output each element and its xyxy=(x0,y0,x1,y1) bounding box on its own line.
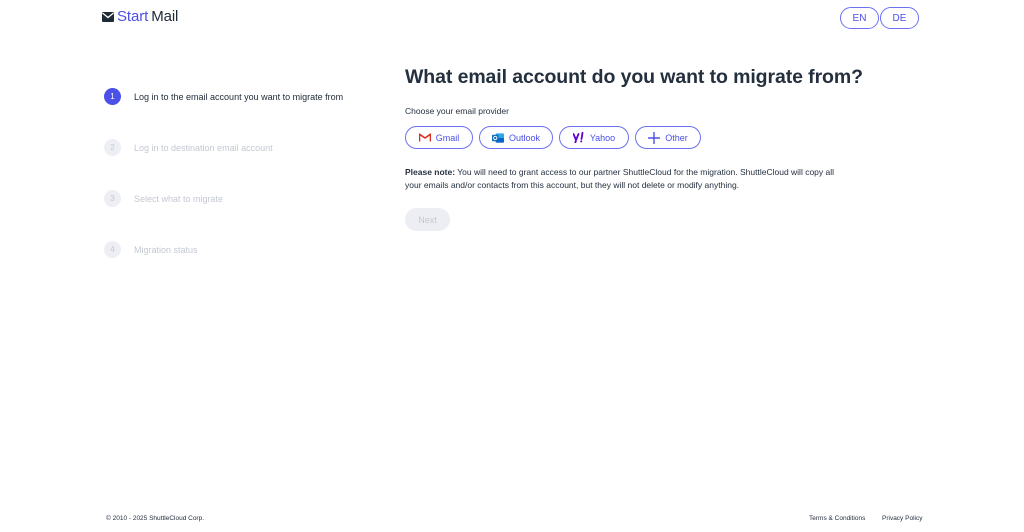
logo-mail-text: Mail xyxy=(151,8,179,25)
outlook-button[interactable]: Outlook xyxy=(479,126,553,149)
privacy-link[interactable]: Privacy Policy xyxy=(882,515,922,522)
provider-label: Gmail xyxy=(435,132,460,143)
gmail-icon xyxy=(418,133,431,142)
step-number: 1 xyxy=(104,88,121,105)
step-label: Select what to migrate xyxy=(134,193,224,204)
provider-label: Yahoo xyxy=(589,132,616,143)
step-4: 4 Migration status xyxy=(104,241,198,258)
migration-page: Start Mail EN DE 1 Log in to the email ac… xyxy=(0,0,1024,532)
outlook-icon xyxy=(492,132,504,143)
startmail-logo[interactable]: Start Mail xyxy=(102,8,178,25)
step-2: 2 Log in to destination email account xyxy=(104,139,273,156)
provider-label: Other xyxy=(665,132,688,143)
step-label: Log in to destination email account xyxy=(134,142,273,153)
step-number: 3 xyxy=(104,190,121,207)
note-label: Please note: xyxy=(405,167,456,177)
next-button[interactable]: Next xyxy=(405,208,450,231)
provider-prompt: Choose your email provider xyxy=(405,106,509,116)
terms-link[interactable]: Terms & Conditions xyxy=(809,515,865,522)
logo-start-text: Start xyxy=(117,8,149,25)
yahoo-icon xyxy=(572,132,584,143)
step-number: 2 xyxy=(104,139,121,156)
step-3: 3 Select what to migrate xyxy=(104,190,223,207)
step-number: 4 xyxy=(104,241,121,258)
step-1: 1 Log in to the email account you want t… xyxy=(104,88,343,105)
language-de-button[interactable]: DE xyxy=(880,7,919,29)
step-label: Migration status xyxy=(134,244,198,255)
language-en-button[interactable]: EN xyxy=(840,7,879,29)
plus-icon xyxy=(648,131,661,144)
envelope-icon xyxy=(102,11,114,22)
step-label: Log in to the email account you want to … xyxy=(134,91,344,102)
note-text: You will need to grant access to our par… xyxy=(405,167,835,190)
migration-note: Please note: You will need to grant acce… xyxy=(405,166,845,192)
copyright-text: © 2010 - 2025 ShuttleCloud Corp. xyxy=(106,515,205,522)
provider-label: Outlook xyxy=(508,132,540,143)
page-title: What email account do you want to migrat… xyxy=(405,66,863,88)
other-provider-button[interactable]: Other xyxy=(635,126,701,149)
provider-list: Gmail Outlook Yahoo Other xyxy=(405,126,701,149)
yahoo-button[interactable]: Yahoo xyxy=(559,126,629,149)
gmail-button[interactable]: Gmail xyxy=(405,126,473,149)
